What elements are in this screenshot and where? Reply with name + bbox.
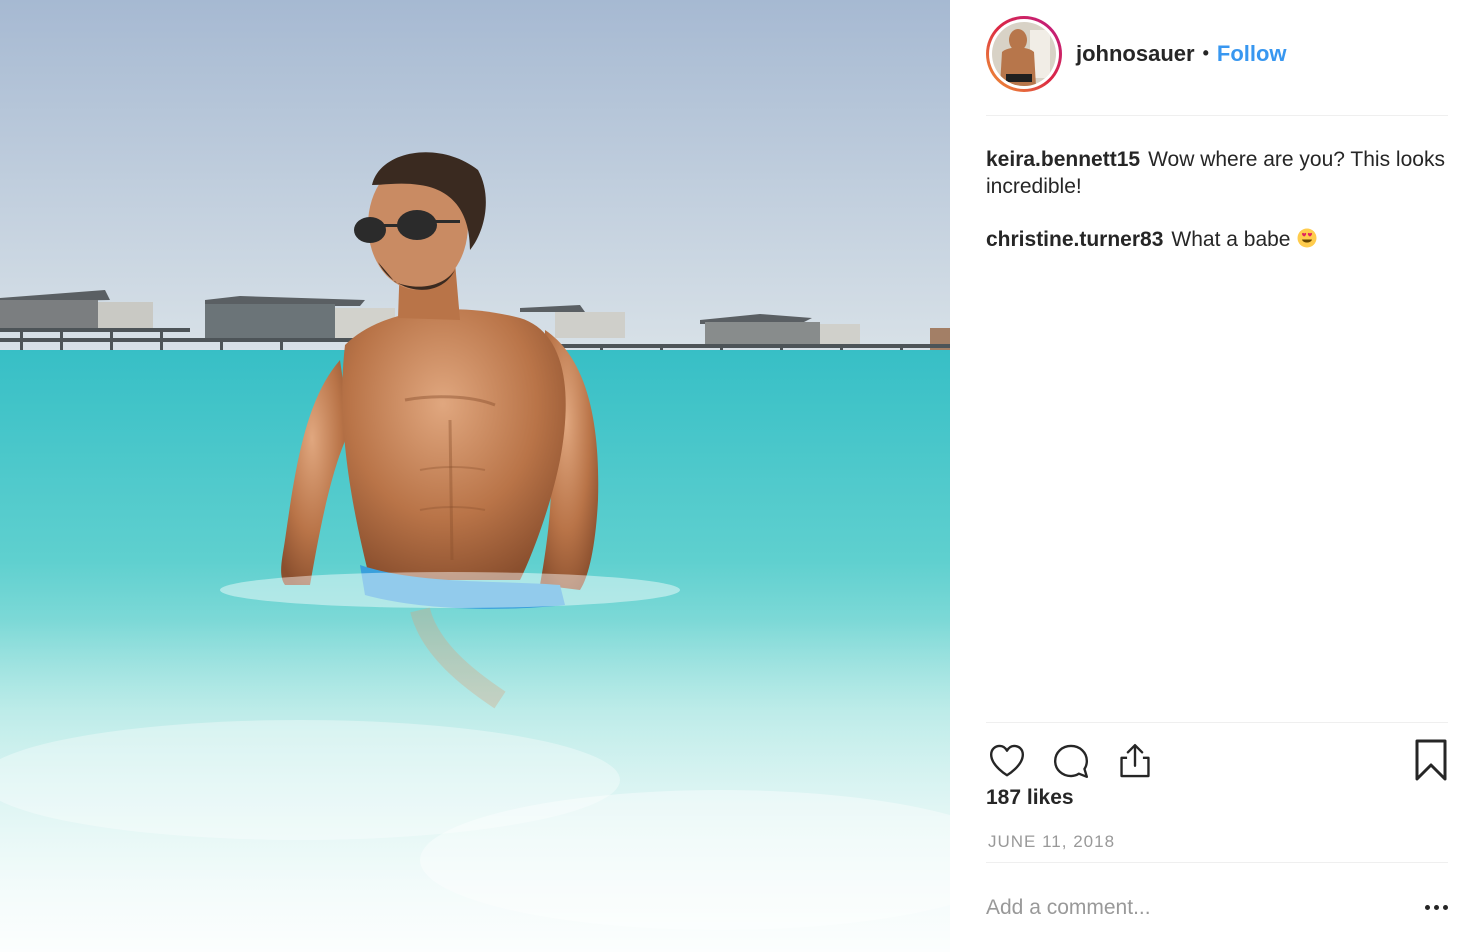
post-sidebar: johnosauer • Follow keira.bennett15 Wow w… [950, 0, 1482, 952]
comment-button[interactable] [1050, 740, 1092, 782]
comment-bubble-icon [1053, 744, 1089, 779]
post-date: JUNE 11, 2018 [988, 832, 1116, 851]
share-button[interactable] [1114, 740, 1156, 782]
post-header: johnosauer • Follow [986, 14, 1448, 116]
profile-avatar[interactable] [992, 21, 1056, 86]
comment-text: What a babe [1171, 228, 1291, 251]
like-button[interactable] [986, 740, 1028, 782]
bookmark-icon [1415, 739, 1447, 781]
share-icon [1120, 743, 1150, 778]
heart-icon [989, 744, 1025, 777]
comment-input[interactable] [986, 887, 1408, 928]
comment-username[interactable]: keira.bennett15 [986, 148, 1140, 171]
author-username[interactable]: johnosauer [1076, 41, 1195, 67]
comment-item: christine.turner83 What a babe [986, 226, 1446, 253]
beach-photo [0, 0, 950, 952]
comment-bar [986, 862, 1448, 952]
post-photo[interactable] [0, 0, 950, 952]
comments-list: keira.bennett15 Wow where are you? This l… [986, 146, 1446, 279]
story-ring[interactable] [986, 15, 1062, 92]
more-options-button[interactable] [1408, 893, 1448, 923]
likes-count[interactable]: 187 likes [986, 786, 1074, 810]
instagram-post: johnosauer • Follow keira.bennett15 Wow w… [0, 0, 1482, 952]
separator-dot: • [1202, 43, 1209, 63]
ellipsis-icon [1425, 905, 1430, 910]
heart-eyes-emoji [1297, 228, 1316, 248]
save-button[interactable] [1414, 739, 1448, 781]
comment-username[interactable]: christine.turner83 [986, 228, 1163, 251]
follow-button[interactable]: Follow [1217, 41, 1287, 67]
comment-item: keira.bennett15 Wow where are you? This l… [986, 146, 1446, 200]
header-text: johnosauer • Follow [1076, 41, 1287, 67]
